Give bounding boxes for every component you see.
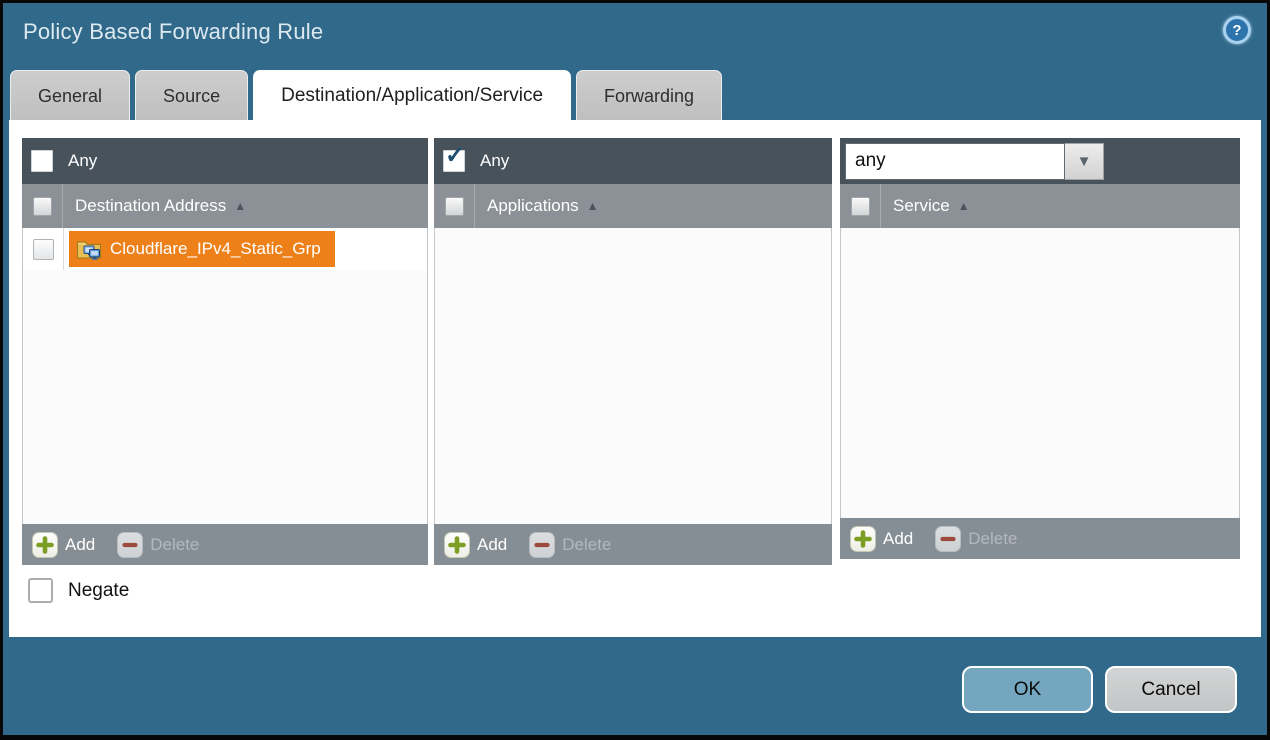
destination-address-entry[interactable]: Cloudflare_IPv4_Static_Grp (69, 231, 335, 267)
destination-address-header[interactable]: Destination Address ▲ (22, 184, 428, 228)
tab-destination-application-service[interactable]: Destination/Application/Service (253, 70, 571, 123)
service-dropdown-bar: any ▼ (840, 138, 1240, 184)
tab-general[interactable]: General (10, 70, 130, 120)
destination-address-label: Cloudflare_IPv4_Static_Grp (110, 239, 321, 259)
service-footer: Add Delete (840, 518, 1240, 559)
add-button-label: Add (883, 529, 913, 549)
tab-source[interactable]: Source (135, 70, 248, 120)
negate-checkbox[interactable] (28, 578, 53, 603)
negate-option: Negate (28, 578, 129, 603)
applications-any-label: Any (480, 151, 509, 171)
delete-button-label: Delete (968, 529, 1017, 549)
destination-address-column: Any Destination Address ▲ (22, 138, 428, 565)
service-delete-button[interactable]: Delete (935, 526, 1017, 552)
service-header[interactable]: Service ▲ (840, 184, 1240, 228)
add-plus-icon (850, 526, 876, 552)
address-group-icon (76, 237, 102, 261)
row-checkbox[interactable] (33, 239, 54, 260)
negate-label: Negate (68, 580, 129, 602)
delete-minus-icon (529, 532, 555, 558)
applications-header-label: Applications (487, 196, 579, 216)
add-plus-icon (444, 532, 470, 558)
destination-header-label: Destination Address (75, 196, 226, 216)
applications-any-bar: ✓ Any (434, 138, 832, 184)
add-button-label: Add (477, 535, 507, 555)
tab-content-panel: Any Destination Address ▲ (9, 120, 1261, 637)
delete-button-label: Delete (150, 535, 199, 555)
destination-any-checkbox[interactable] (31, 150, 53, 172)
applications-select-all-checkbox[interactable] (445, 197, 464, 216)
help-icon[interactable]: ? (1223, 16, 1251, 44)
applications-header[interactable]: Applications ▲ (434, 184, 832, 228)
tab-forwarding[interactable]: Forwarding (576, 70, 722, 120)
policy-based-forwarding-dialog: Policy Based Forwarding Rule ? General S… (0, 0, 1270, 740)
applications-footer: Add Delete (434, 524, 832, 565)
destination-select-all-checkbox[interactable] (33, 197, 52, 216)
service-dropdown-value: any (845, 143, 1065, 180)
sort-ascending-icon: ▲ (587, 199, 599, 213)
applications-delete-button[interactable]: Delete (529, 532, 611, 558)
sort-ascending-icon: ▲ (234, 199, 246, 213)
service-column: any ▼ Service ▲ Add (840, 138, 1240, 559)
checkmark-icon: ✓ (445, 144, 465, 168)
destination-address-list: Cloudflare_IPv4_Static_Grp (22, 228, 428, 524)
ok-button[interactable]: OK (962, 666, 1093, 713)
delete-minus-icon (117, 532, 143, 558)
service-list (840, 228, 1240, 518)
service-add-button[interactable]: Add (850, 526, 913, 552)
sort-ascending-icon: ▲ (958, 199, 970, 213)
service-header-label: Service (893, 196, 950, 216)
add-button-label: Add (65, 535, 95, 555)
service-type-dropdown[interactable]: any ▼ (845, 143, 1104, 180)
destination-any-label: Any (68, 151, 97, 171)
tab-bar: General Source Destination/Application/S… (10, 70, 722, 120)
destination-add-button[interactable]: Add (32, 532, 95, 558)
applications-add-button[interactable]: Add (444, 532, 507, 558)
destination-any-bar: Any (22, 138, 428, 184)
add-plus-icon (32, 532, 58, 558)
applications-any-checkbox[interactable]: ✓ (443, 150, 465, 172)
destination-delete-button[interactable]: Delete (117, 532, 199, 558)
dropdown-button[interactable]: ▼ (1065, 143, 1104, 180)
chevron-down-icon: ▼ (1077, 153, 1092, 170)
cancel-button[interactable]: Cancel (1105, 666, 1237, 713)
help-icon-glyph: ? (1232, 22, 1241, 39)
delete-button-label: Delete (562, 535, 611, 555)
applications-column: ✓ Any Applications ▲ Add (434, 138, 832, 565)
delete-minus-icon (935, 526, 961, 552)
destination-footer: Add Delete (22, 524, 428, 565)
applications-list (434, 228, 832, 524)
service-select-all-checkbox[interactable] (851, 197, 870, 216)
table-row: Cloudflare_IPv4_Static_Grp (23, 228, 427, 270)
dialog-title: Policy Based Forwarding Rule (23, 19, 323, 45)
